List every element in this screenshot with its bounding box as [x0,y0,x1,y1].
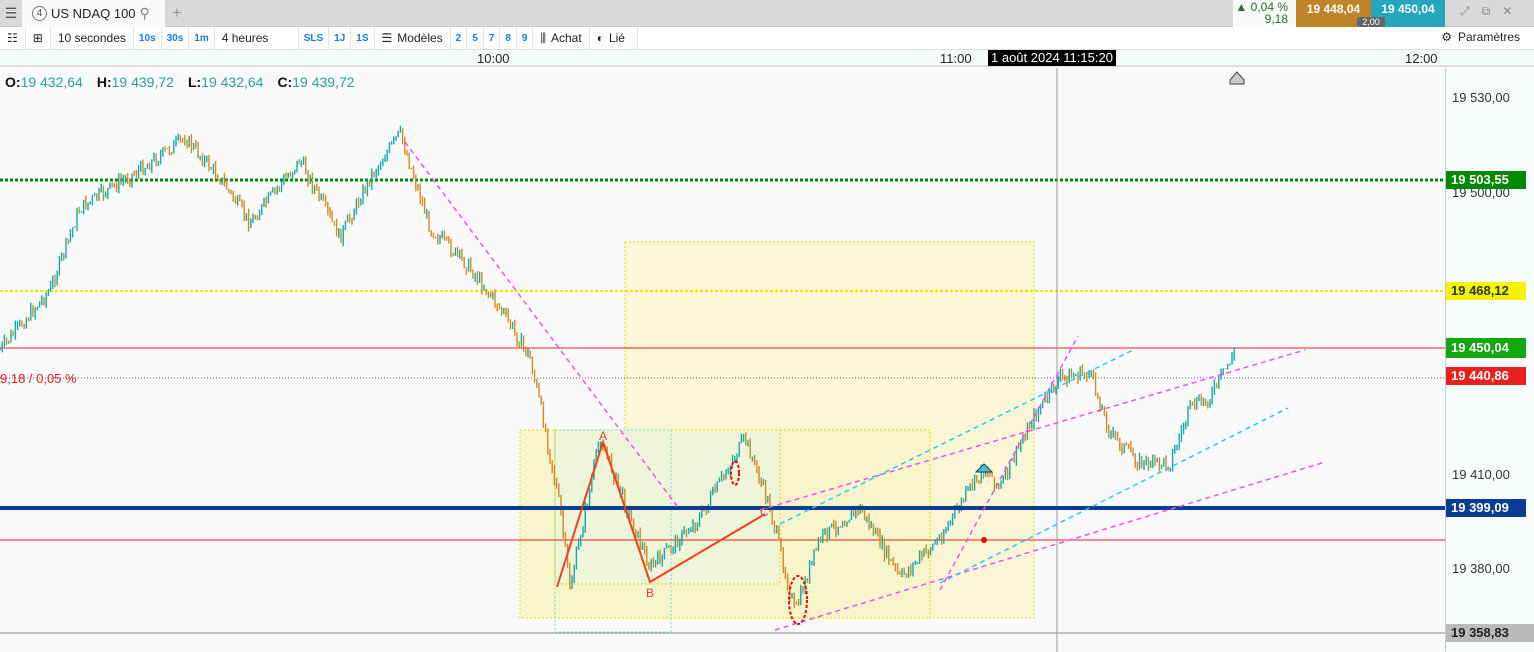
low-label: L: [187,74,202,90]
yellow-level-badge: 19 468,12 [1446,282,1526,300]
time-label: 12:00 [1405,51,1438,66]
template-2[interactable]: 2 [451,26,468,50]
chart-toolbar: ☷ ⊞ 10 secondes 10s 30s 1m 4 heures SLS … [0,26,1534,50]
change-label: 9,18 / 0,05 % [0,371,77,386]
sliders-icon: ☰ [381,31,393,45]
linked-button[interactable]: ◐ Lié [590,26,638,50]
blue-level-badge: 19 399,09 [1446,499,1526,517]
time-label: 11:00 [940,51,972,66]
spread-badge: 2,00 [1357,17,1385,27]
period-1s[interactable]: 1S [351,26,375,50]
candles-icon: ⫼ [540,30,546,45]
close-icon[interactable]: ✕ [1502,4,1512,19]
last-price-badge: 19 440,86 [1446,367,1526,385]
crosshair-time-label: 1 août 2024 11:15:20 [988,50,1116,66]
gear-icon: ⚙ [1441,30,1452,44]
low-value: 19 432,64 [201,74,264,90]
popout-icon[interactable]: ⧉ [1482,4,1491,19]
marker-dot [981,537,987,543]
interval-select[interactable]: 10 secondes [51,26,134,50]
template-7[interactable]: 7 [484,26,501,50]
pattern-label-c: C [760,505,769,519]
template-9[interactable]: 9 [517,26,534,50]
price-chart[interactable]: A B C [0,68,1445,652]
interval-30s[interactable]: 30s [162,26,190,50]
tab-title: US NDAQ 100 [51,6,136,21]
maximize-icon[interactable]: ⤢ [1460,4,1470,19]
interval-10s[interactable]: 10s [134,26,162,50]
low-badge: 19 358,83 [1446,624,1534,642]
layout-icon[interactable]: ⊞ [26,26,51,50]
period-sls[interactable]: SLS [299,26,330,50]
open-value: 19 432,64 [20,74,83,90]
workspace-number: 4 [32,6,47,21]
high-label: H: [96,74,112,90]
template-5[interactable]: 5 [467,26,484,50]
pattern-label-b: B [646,586,654,600]
time-label: 10:00 [477,51,510,66]
tab-bar: ☰ 4 US NDAQ 100 ⚲ + ▲ 0,04 % 9,18 19 448,… [0,0,1534,27]
time-axis: 10:00 11:00 12:00 1 août 2024 11:15:20 [0,50,1534,67]
list-icon[interactable]: ☷ [0,26,26,50]
buy-mode-button[interactable]: ⫼ Achat [533,26,590,50]
templates-button[interactable]: ☰ Modèles [375,26,451,50]
period-select[interactable]: 4 heures [215,26,299,50]
price-tick: 19 380,00 [1452,561,1510,576]
ohlc-readout: O:19 432,64 H:19 439,72 L:19 432,64 C:19… [5,74,355,90]
daily-change: ▲ 0,04 % 9,18 [1233,0,1296,27]
close-label: C: [277,74,293,90]
up-arrow-icon: ▲ [1235,0,1248,14]
search-icon[interactable]: ⚲ [140,5,150,22]
template-8[interactable]: 8 [500,26,517,50]
price-tick: 19 530,00 [1452,90,1510,105]
change-value: 9,18 [1264,12,1288,26]
add-tab-button[interactable]: + [172,3,182,23]
open-label: O: [5,74,21,90]
close-value: 19 439,72 [292,74,355,90]
period-1j[interactable]: 1J [329,26,352,50]
pattern-label-a: A [599,429,607,443]
settings-button[interactable]: ⚙ Paramètres [1441,30,1520,44]
interval-1m[interactable]: 1m [189,26,215,50]
high-value: 19 439,72 [111,74,174,90]
menu-icon[interactable]: ☰ [0,0,22,27]
ask-badge: 19 450,04 [1446,338,1526,358]
tab-us-ndaq-100[interactable]: 4 US NDAQ 100 ⚲ [22,0,165,27]
link-icon: ◐ [596,31,604,45]
green-level-badge: 19 503,55 [1446,171,1526,189]
price-tick: 19 410,00 [1452,467,1510,482]
scroll-marker-icon [1229,71,1245,85]
